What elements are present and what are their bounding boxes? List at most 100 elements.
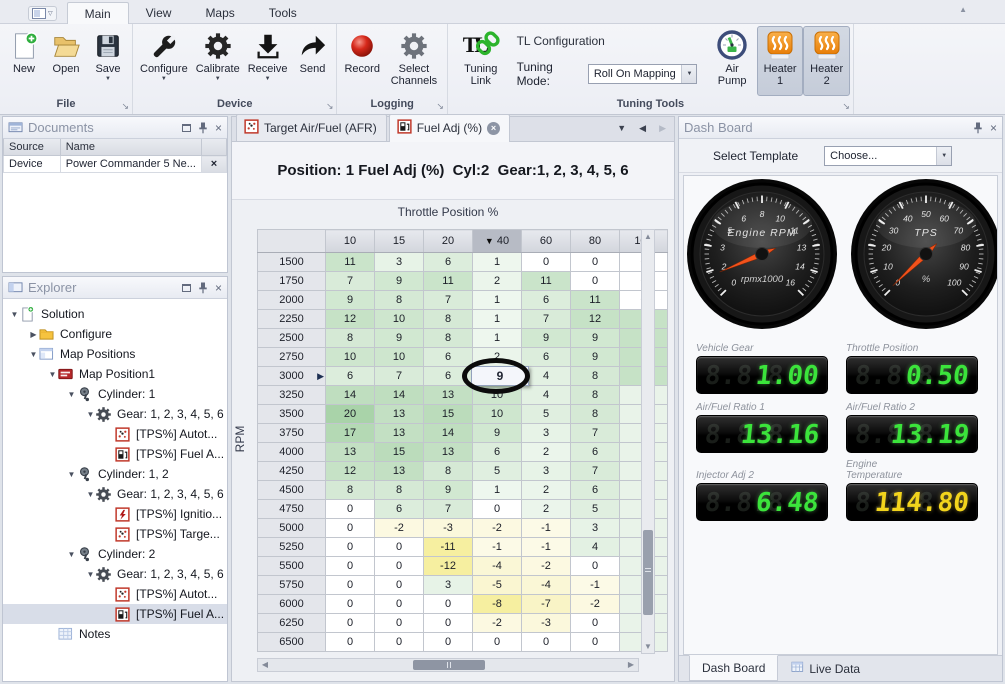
row-header-3750[interactable]: 3750 <box>258 424 326 443</box>
grid-cell[interactable]: 0 <box>375 557 424 576</box>
collapse-ribbon-button[interactable]: ▲ <box>959 5 967 14</box>
grid-cell[interactable]: 7 <box>326 272 375 291</box>
row-header-1500[interactable]: 1500 <box>258 253 326 272</box>
open-button[interactable]: Open <box>45 26 87 96</box>
grid-cell[interactable]: 11 <box>424 272 473 291</box>
grid-cell[interactable]: 13 <box>424 443 473 462</box>
editor-tab-fuel-adj[interactable]: Fuel Adj (%)× <box>389 114 510 142</box>
collapse-arrow-icon[interactable]: ▼ <box>28 350 39 359</box>
grid-cell[interactable]: 1 <box>473 291 522 310</box>
grid-cell[interactable]: 7 <box>424 291 473 310</box>
grid-cell[interactable]: 7 <box>571 424 620 443</box>
grid-cell[interactable]: 3 <box>522 462 571 481</box>
calibrate-button[interactable]: Calibrate▼ <box>192 26 244 96</box>
grid-cell[interactable]: 8 <box>375 291 424 310</box>
grid-cell[interactable]: 4 <box>522 386 571 405</box>
row-header-2500[interactable]: 2500 <box>258 329 326 348</box>
close-button[interactable]: × <box>990 122 997 134</box>
tree-item-cylinder-1-2[interactable]: ▼Cylinder: 1, 2 <box>3 464 227 484</box>
grid-cell[interactable]: 0 <box>522 633 571 652</box>
grid-cell[interactable]: 8 <box>375 481 424 500</box>
maximize-button[interactable] <box>182 284 191 292</box>
tree-item-tps-targe[interactable]: [TPS%] Targe... <box>3 524 227 544</box>
remove-document-button[interactable]: × <box>201 156 226 173</box>
group-expand-icon[interactable]: ↘ <box>842 102 850 111</box>
grid-cell[interactable]: 13 <box>375 424 424 443</box>
grid-cell[interactable]: 9 <box>424 481 473 500</box>
tree-item-gear-1-2-3-4-5-6[interactable]: ▼Gear: 1, 2, 3, 4, 5, 6 <box>3 564 227 584</box>
grid-cell[interactable]: 4 <box>571 538 620 557</box>
grid-cell[interactable]: 5 <box>571 500 620 519</box>
row-header-6000[interactable]: 6000 <box>258 595 326 614</box>
grid-cell[interactable]: 2 <box>522 481 571 500</box>
row-header-5750[interactable]: 5750 <box>258 576 326 595</box>
grid-cell[interactable]: 0 <box>571 253 620 272</box>
grid-cell[interactable]: 0 <box>375 633 424 652</box>
grid-cell[interactable]: 0 <box>571 272 620 291</box>
grid-cell[interactable]: 6 <box>522 291 571 310</box>
grid-cell[interactable]: 0 <box>522 253 571 272</box>
grid-cell[interactable]: 8 <box>326 481 375 500</box>
grid-cell[interactable]: 10 <box>326 348 375 367</box>
close-button[interactable]: × <box>215 282 222 294</box>
grid-cell[interactable]: 14 <box>326 386 375 405</box>
grid-cell[interactable]: 3 <box>424 576 473 595</box>
column-header-20[interactable]: 20 <box>424 230 473 253</box>
scroll-left-icon[interactable]: ◀ <box>258 659 272 671</box>
grid-cell[interactable]: 7 <box>571 462 620 481</box>
chevron-down-icon[interactable]: ▼ <box>681 65 696 83</box>
grid-cell[interactable]: 1 <box>473 310 522 329</box>
horizontal-scrollbar[interactable]: ◀ ▶ <box>257 658 639 672</box>
grid-cell[interactable]: -1 <box>522 519 571 538</box>
column-header-15[interactable]: 15 <box>375 230 424 253</box>
grid-cell[interactable]: 11 <box>522 272 571 291</box>
row-header-4500[interactable]: 4500 <box>258 481 326 500</box>
grid-cell[interactable]: -4 <box>522 576 571 595</box>
row-header-3000[interactable]: 3000▶ <box>258 367 326 386</box>
scroll-tabs-right-icon[interactable]: ▶ <box>659 123 666 134</box>
maximize-button[interactable] <box>182 124 191 132</box>
row-header-6500[interactable]: 6500 <box>258 633 326 652</box>
grid-cell[interactable]: 6 <box>571 481 620 500</box>
pin-button[interactable] <box>973 122 983 134</box>
grid-cell[interactable]: 8 <box>571 367 620 386</box>
tree-item-map-position1[interactable]: ▼Map Position1 <box>3 364 227 384</box>
grid-cell[interactable]: 7 <box>375 367 424 386</box>
grid-cell[interactable]: -2 <box>522 557 571 576</box>
grid-cell[interactable]: 10 <box>473 405 522 424</box>
row-header-3250[interactable]: 3250 <box>258 386 326 405</box>
grid-cell[interactable]: 2 <box>522 500 571 519</box>
grid-cell[interactable]: 9 <box>326 291 375 310</box>
tree-item-tps-fuel-a[interactable]: [TPS%] Fuel A... <box>3 604 227 624</box>
row-header-5500[interactable]: 5500 <box>258 557 326 576</box>
grid-cell[interactable]: 8 <box>424 329 473 348</box>
tuning-mode-dropdown[interactable]: Roll On Mapping▼ <box>588 64 698 84</box>
grid-cell[interactable]: -11 <box>424 538 473 557</box>
grid-cell[interactable]: 12 <box>326 310 375 329</box>
ribbon-tab-maps[interactable]: Maps <box>188 2 251 23</box>
grid-cell[interactable]: 9 <box>375 329 424 348</box>
grid-cell[interactable]: 1 <box>473 253 522 272</box>
grid-cell[interactable]: 0 <box>326 614 375 633</box>
grid-cell[interactable]: 0 <box>375 538 424 557</box>
tree-item-configure[interactable]: ▶Configure <box>3 324 227 344</box>
row-header-2250[interactable]: 2250 <box>258 310 326 329</box>
column-header-40[interactable]: ▼40 <box>473 230 522 253</box>
air-pump-button[interactable]: Air Pump <box>707 26 756 96</box>
grid-cell[interactable]: 2 <box>522 443 571 462</box>
grid-cell[interactable]: 0 <box>571 557 620 576</box>
documents-column-source[interactable]: Source <box>4 139 61 156</box>
row-header-4000[interactable]: 4000 <box>258 443 326 462</box>
grid-cell[interactable]: 8 <box>424 310 473 329</box>
grid-cell[interactable]: 0 <box>473 500 522 519</box>
grid-cell[interactable]: 11 <box>326 253 375 272</box>
grid-cell[interactable]: 8 <box>424 462 473 481</box>
group-expand-icon[interactable]: ↘ <box>121 102 129 111</box>
grid-cell[interactable]: 13 <box>375 405 424 424</box>
tree-item-map-positions[interactable]: ▼Map Positions <box>3 344 227 364</box>
grid-cell[interactable]: 0 <box>326 557 375 576</box>
tree-item-gear-1-2-3-4-5-6[interactable]: ▼Gear: 1, 2, 3, 4, 5, 6 <box>3 484 227 504</box>
grid-cell[interactable]: 14 <box>375 386 424 405</box>
grid-cell[interactable]: 0 <box>424 633 473 652</box>
grid-cell[interactable]: 6 <box>375 500 424 519</box>
